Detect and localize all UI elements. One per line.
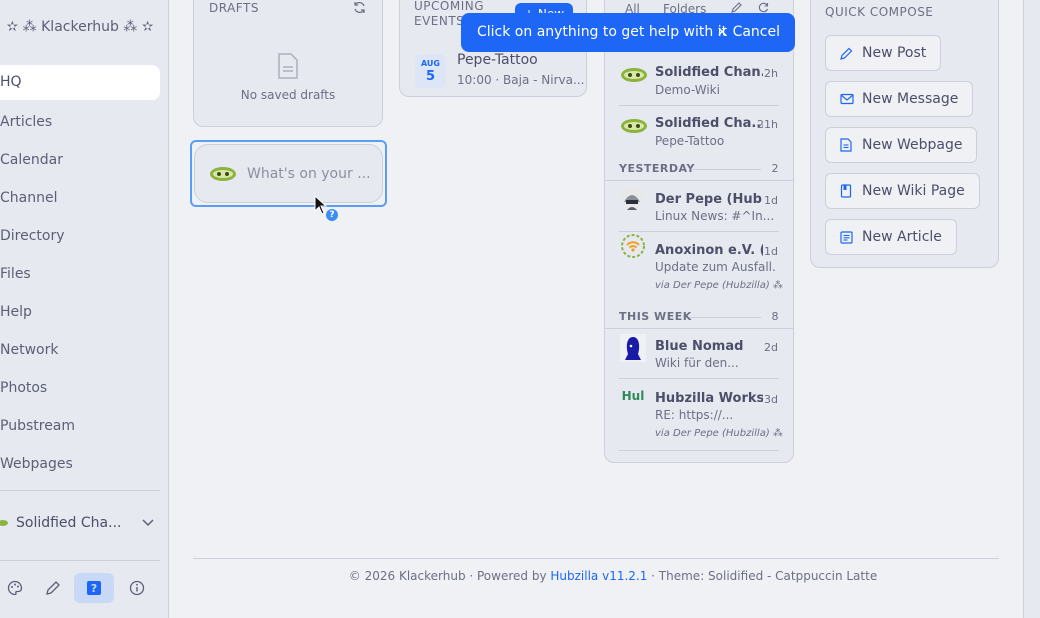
sidebar-item-photos[interactable]: Photos — [0, 369, 160, 407]
avatar — [621, 68, 647, 82]
avatar — [620, 334, 646, 362]
avatar — [621, 119, 647, 133]
avatar — [210, 166, 236, 181]
quick-compose-header: QUICK COMPOSE — [825, 5, 934, 19]
notification-name: Hubzilla Works... — [655, 391, 763, 406]
avatar — [621, 187, 643, 210]
new-article-button[interactable]: New Article — [825, 219, 957, 255]
right-panel-edge — [1023, 0, 1040, 618]
sidebar-item-help[interactable]: Help — [0, 293, 160, 331]
info-icon[interactable] — [122, 573, 152, 603]
pencil-icon[interactable] — [38, 573, 68, 603]
divider — [605, 328, 793, 329]
new-webpage-button[interactable]: New Webpage — [825, 127, 978, 163]
notification-subject: Demo-Wiki — [655, 83, 720, 97]
notification-time: 21h — [757, 118, 778, 131]
event-subtitle: 10:00 · Baja - Nirva... — [457, 73, 585, 87]
drafts-header: DRAFTS — [209, 1, 259, 15]
divider — [605, 180, 793, 181]
hubzilla-link[interactable]: Hubzilla v11.2.1 — [550, 569, 647, 583]
help-mode-button[interactable]: ? — [74, 573, 114, 603]
file-text-icon — [840, 138, 854, 152]
status-composer[interactable]: What's on your ... — [194, 144, 383, 203]
palette-icon[interactable] — [0, 573, 30, 603]
sidebar-item-network[interactable]: Network — [0, 331, 160, 369]
svg-text:?: ? — [91, 582, 97, 595]
sidebar-tools: ? — [0, 573, 160, 603]
sidebar-item-channel[interactable]: Channel — [0, 179, 160, 217]
notification-subject: Update zum Ausfall... — [655, 260, 775, 274]
sidebar-item-calendar[interactable]: Calendar — [0, 141, 160, 179]
sidebar-item-hq[interactable]: HQ — [0, 65, 160, 100]
channel-name: Solidfied Cha... — [16, 515, 122, 531]
notification-name: Solidfied Cha... — [655, 116, 763, 131]
sidebar-item-pubstream[interactable]: Pubstream — [0, 407, 160, 445]
question-icon: ? — [87, 581, 101, 595]
new-wiki-page-button[interactable]: New Wiki Page — [825, 173, 980, 209]
notification-time: 1d — [764, 194, 778, 207]
page-footer: © 2026 Klackerhub · Powered by Hubzilla … — [348, 569, 878, 583]
sidebar-item-directory[interactable]: Directory — [0, 217, 160, 255]
book-icon — [840, 184, 854, 198]
document-icon — [277, 53, 299, 83]
notification-subject: Pepe-Tattoo — [655, 134, 725, 148]
avatar: Hul — [621, 389, 645, 403]
notification-name: Der Pepe (Hub... — [655, 192, 763, 207]
sidebar-item-articles[interactable]: Articles — [0, 103, 160, 141]
drafts-card: DRAFTS No saved drafts — [193, 0, 383, 127]
drafts-empty-text: No saved drafts — [240, 88, 336, 102]
notification-time: 1d — [764, 245, 778, 258]
notification-name: Blue Nomad — [655, 339, 744, 354]
footer-divider — [193, 558, 999, 559]
refresh-icon[interactable] — [353, 1, 366, 18]
help-mode-toast: Click on anything to get help with it × … — [461, 13, 795, 52]
notification-subject: RE: https://... — [655, 408, 734, 422]
pencil-icon — [840, 46, 854, 60]
channel-switcher[interactable]: Solidfied Cha... — [0, 508, 160, 538]
sidebar: ✫ ⁂ Klackerhub ⁂ ✫ HQ Articles Calendar … — [0, 0, 169, 618]
toast-message: Click on anything to get help with it — [477, 24, 728, 40]
notification-via: via Der Pepe (Hubzilla) ⁂ — [655, 280, 783, 291]
sidebar-nav: HQ Articles Calendar Channel Directory F… — [0, 65, 160, 483]
sidebar-item-webpages[interactable]: Webpages — [0, 445, 160, 483]
sidebar-divider — [0, 490, 160, 491]
notification-via: via Der Pepe (Hubzilla) ⁂ — [655, 428, 783, 439]
newspaper-icon — [840, 230, 854, 244]
group-header-this-week: THIS WEEK 8 — [619, 310, 779, 323]
notification-time: 2h — [764, 67, 778, 80]
divider — [619, 231, 779, 232]
divider — [619, 105, 779, 106]
help-question-icon: ? — [326, 209, 338, 221]
divider — [619, 378, 779, 379]
sidebar-item-files[interactable]: Files — [0, 255, 160, 293]
channel-avatar-icon — [0, 520, 8, 526]
envelope-icon — [840, 92, 854, 106]
notification-subject: Wiki für den... — [655, 356, 739, 370]
event-title[interactable]: Pepe-Tattoo — [457, 52, 538, 68]
sidebar-divider — [0, 560, 160, 561]
site-brand[interactable]: ✫ ⁂ Klackerhub ⁂ ✫ — [0, 19, 160, 35]
chevron-down-icon — [136, 517, 160, 530]
notification-time: 2d — [764, 341, 778, 354]
notification-time: 3d — [764, 393, 778, 406]
quick-compose-card: QUICK COMPOSE New Post New Message New W… — [810, 0, 999, 268]
new-message-button[interactable]: New Message — [825, 81, 974, 117]
group-header-yesterday: YESTERDAY 2 — [619, 162, 779, 175]
avatar — [621, 234, 645, 258]
event-date: AUG 5 — [415, 54, 446, 88]
new-post-button[interactable]: New Post — [825, 35, 942, 71]
divider — [619, 450, 779, 451]
notifications-card: All Folders Solidfied Chan... 2h Demo-Wi… — [604, 0, 794, 463]
notification-name: Solidfied Chan... — [655, 65, 763, 80]
toast-cancel-button[interactable]: × Cancel — [716, 24, 780, 40]
composer-placeholder: What's on your ... — [247, 165, 371, 182]
notification-name: Anoxinon e.V. (... — [655, 243, 763, 258]
notification-subject: Linux News: #^In... — [655, 209, 775, 223]
